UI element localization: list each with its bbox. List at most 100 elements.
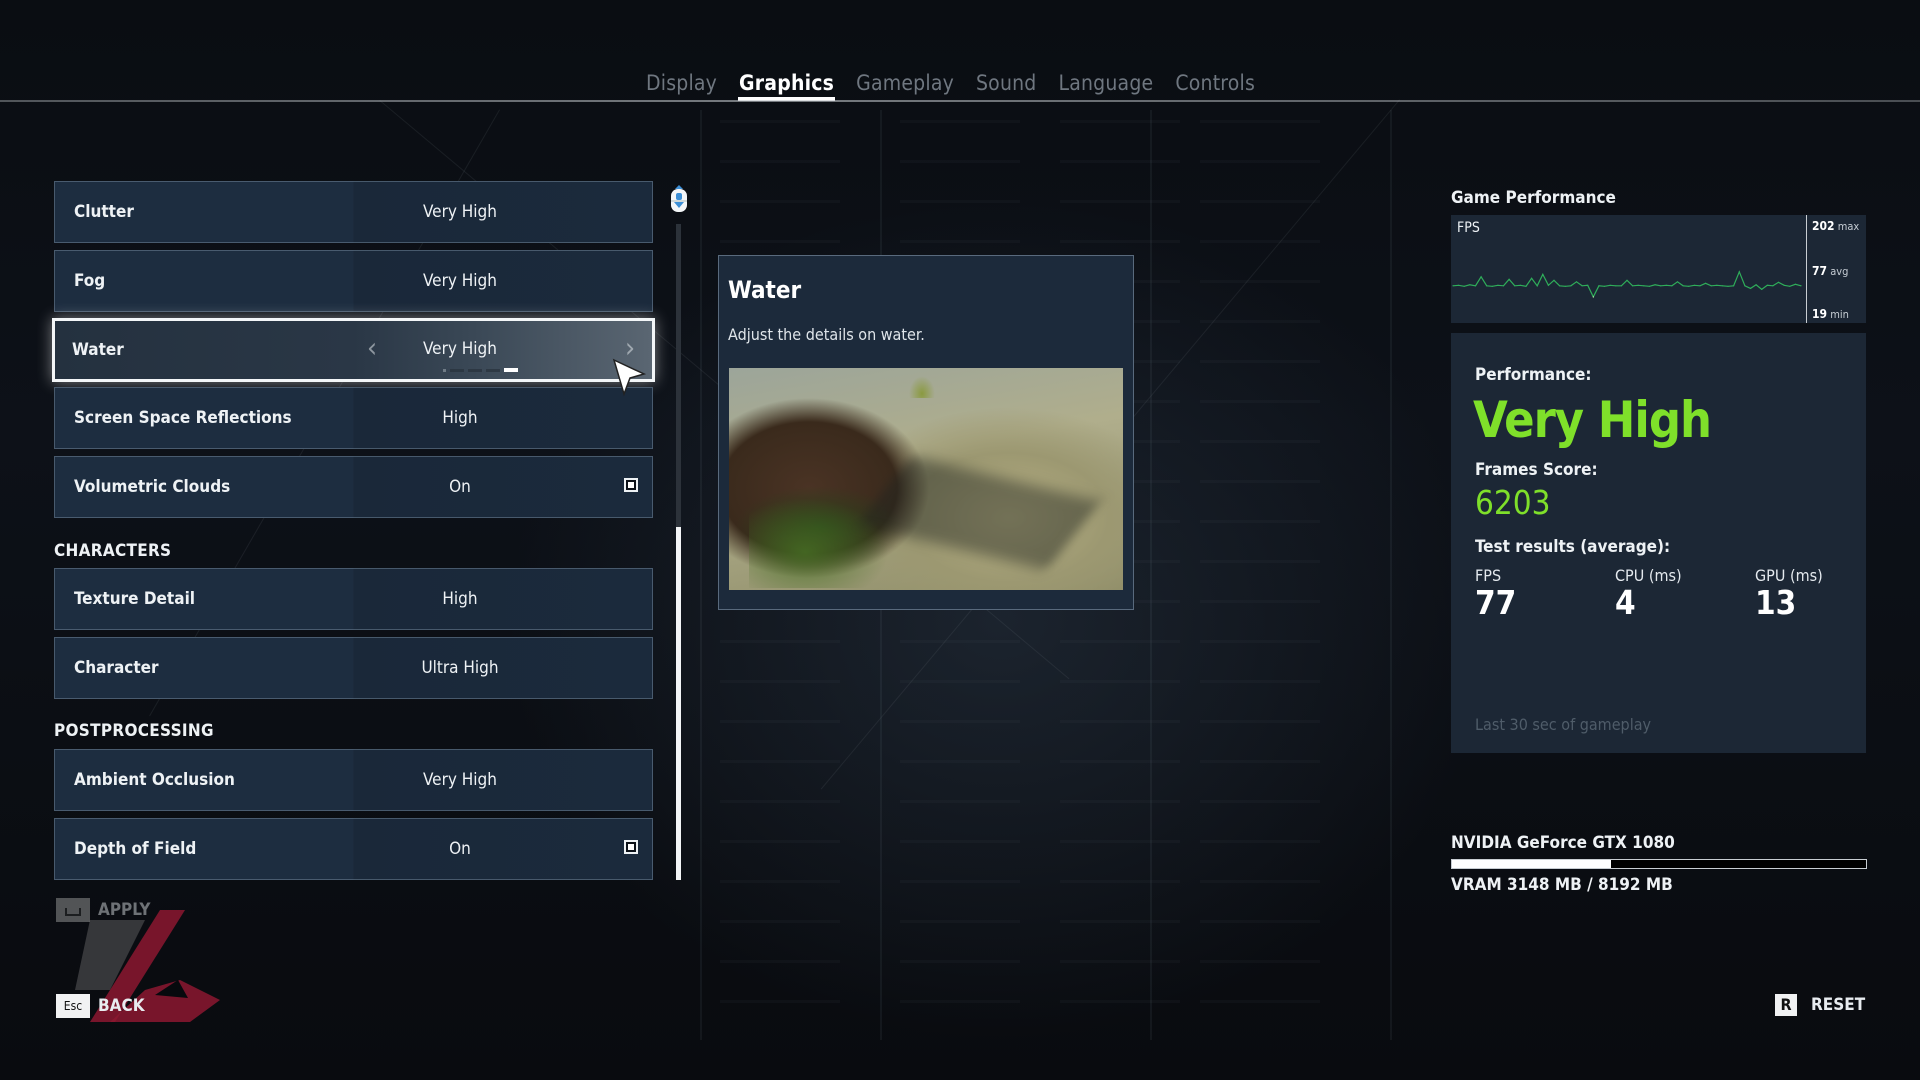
fps-data-point (1587, 284, 1589, 286)
fps-avg-stat: 77 avg (1812, 264, 1848, 278)
fps-data-point (1688, 285, 1690, 287)
fps-data-point (1660, 285, 1662, 287)
fps-data-point (1699, 285, 1701, 287)
fps-data-point (1480, 276, 1482, 278)
setting-label: Fog (74, 271, 106, 291)
tab-gameplay[interactable]: Gameplay (856, 66, 954, 100)
setting-row-volumetric-clouds[interactable]: Volumetric Clouds On (54, 456, 653, 518)
fps-data-point (1463, 285, 1465, 287)
fps-data-point (1525, 285, 1527, 287)
reset-button[interactable]: R RESET (1775, 994, 1865, 1016)
fps-data-point (1749, 287, 1752, 289)
fps-data-point (1536, 285, 1538, 287)
esc-key-icon: Esc (56, 994, 90, 1018)
fps-data-point (1519, 284, 1521, 286)
fps-max-stat: 202 max (1812, 219, 1859, 233)
fps-data-point (1648, 285, 1651, 287)
level-step (443, 368, 446, 372)
setting-row-clutter[interactable]: Clutter Very High (54, 181, 653, 243)
setting-label: Texture Detail (74, 589, 196, 609)
section-header-characters: CHARACTERS (54, 541, 172, 561)
tab-controls[interactable]: Controls (1175, 66, 1255, 100)
tab-language[interactable]: Language (1059, 66, 1154, 100)
setting-value: Ultra High (421, 658, 499, 678)
result-gpu: GPU (ms) 13 (1755, 566, 1823, 621)
fps-min-label: min (1830, 308, 1849, 321)
fps-max-label: max (1837, 220, 1860, 233)
fps-data-point (1783, 284, 1785, 286)
frames-score-label: Frames Score: (1475, 460, 1598, 480)
setting-label: Water (72, 340, 124, 360)
frames-score-value: 6203 (1475, 483, 1551, 522)
fps-data-point (1682, 285, 1684, 287)
checkbox-checked-icon[interactable] (624, 478, 638, 492)
level-indicator (443, 368, 518, 372)
setting-value: High (442, 408, 478, 428)
apply-label: APPLY (98, 900, 151, 920)
fps-data-point (1665, 284, 1667, 286)
fps-data-point (1452, 285, 1454, 287)
tab-display[interactable]: Display (646, 66, 717, 100)
background-line (1150, 110, 1152, 1040)
fps-line-chart (1452, 270, 1802, 299)
fps-data-point (1738, 271, 1740, 273)
fps-data-point (1721, 285, 1723, 287)
result-value: 77 (1475, 583, 1517, 622)
checkbox-checked-icon[interactable] (624, 840, 638, 854)
description-title: Water (728, 276, 802, 304)
vram-usage-fill (1452, 860, 1612, 868)
fps-data-point (1727, 285, 1729, 287)
setting-row-ambient-occlusion[interactable]: Ambient Occlusion Very High (54, 749, 653, 811)
fps-data-point (1744, 285, 1746, 287)
fps-data-point (1800, 285, 1802, 287)
apply-button[interactable]: APPLY (56, 898, 150, 922)
setting-row-screen-space-reflections[interactable]: Screen Space Reflections High (54, 387, 653, 449)
setting-description-panel: Water Adjust the details on water. (718, 255, 1134, 610)
fps-min-stat: 19 min (1812, 307, 1849, 321)
fps-max-value: 202 (1812, 219, 1835, 233)
fps-data-point (1789, 285, 1791, 287)
setting-row-fog[interactable]: Fog Very High (54, 250, 653, 312)
fps-data-point (1761, 288, 1763, 290)
image-grass (909, 376, 935, 398)
scrollbar-thumb[interactable] (676, 527, 681, 880)
setting-row-depth-of-field[interactable]: Depth of Field On (54, 818, 653, 880)
reset-label: RESET (1811, 995, 1866, 1015)
result-fps: FPS 77 (1475, 566, 1516, 621)
fps-data-point (1531, 277, 1533, 279)
performance-rating: Very High (1473, 391, 1712, 449)
background-line (1390, 110, 1392, 1040)
setting-value: Very High (423, 202, 497, 222)
fps-data-point (1491, 285, 1493, 287)
setting-value: Very High (423, 770, 497, 790)
fps-data-point (1733, 285, 1735, 287)
fps-chart-label: FPS (1457, 220, 1480, 236)
setting-row-texture-detail[interactable]: Texture Detail High (54, 568, 653, 630)
tab-graphics[interactable]: Graphics (738, 66, 836, 101)
fps-data-point (1497, 284, 1499, 286)
fps-data-point (1654, 284, 1656, 286)
back-button[interactable]: Esc BACK (56, 994, 145, 1018)
setting-row-character[interactable]: Character Ultra High (54, 637, 653, 699)
performance-summary-panel: Performance: Very High Frames Score: 620… (1451, 333, 1866, 753)
fps-data-point (1547, 284, 1549, 286)
fps-data-point (1469, 284, 1471, 286)
r-key-icon: R (1775, 994, 1797, 1016)
setting-row-water[interactable]: Water ‹ Very High › (52, 318, 655, 382)
fps-chart: FPS 202 max 77 avg 19 min (1451, 215, 1866, 323)
fps-series-line (1452, 270, 1802, 299)
fps-data-point (1559, 285, 1561, 287)
fps-data-point (1564, 285, 1566, 287)
tab-divider (0, 100, 1920, 102)
fps-data-point (1755, 284, 1757, 286)
tab-sound[interactable]: Sound (976, 66, 1037, 100)
space-key-icon (56, 898, 90, 922)
fps-data-point (1592, 296, 1594, 298)
fps-data-point (1710, 285, 1712, 287)
fps-data-point (1598, 285, 1600, 287)
result-cpu: CPU (ms) 4 (1615, 566, 1682, 621)
mouse-scroll-icon (671, 185, 687, 212)
performance-footnote: Last 30 sec of gameplay (1475, 715, 1652, 734)
level-step (450, 368, 464, 372)
fps-data-point (1632, 285, 1634, 287)
